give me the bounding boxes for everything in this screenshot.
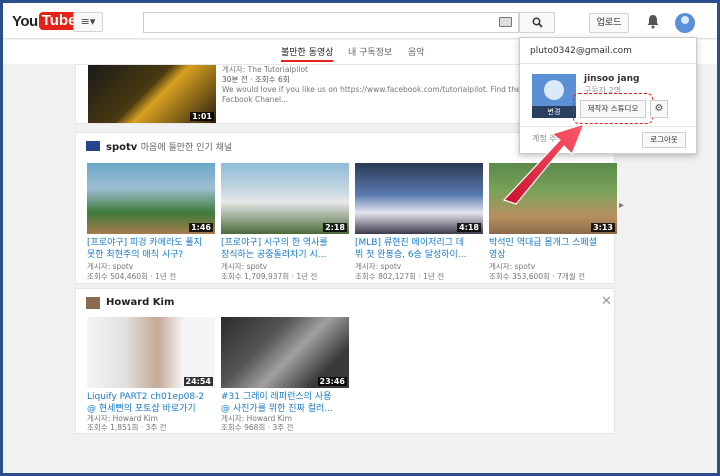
search-icon xyxy=(532,17,543,28)
shelf-channel-name[interactable]: Howard Kim xyxy=(106,297,174,308)
video-views: 조회수 802,127회 · 1년 전 xyxy=(355,272,445,281)
video-views: 조회수 353,600회 · 7개월 전 xyxy=(489,272,586,281)
shelf-subtitle: 마음에 들만한 인기 채널 xyxy=(140,143,233,153)
keyboard-icon[interactable] xyxy=(499,17,512,27)
account-avatar-button[interactable] xyxy=(675,13,695,33)
video-channel: 게시자: spotv xyxy=(221,262,268,271)
divider xyxy=(520,63,696,64)
search-button[interactable] xyxy=(519,12,555,33)
change-avatar-button[interactable]: 변경 xyxy=(532,106,576,118)
video-title[interactable]: [프로야구] 시구의 한 역사를 장식하는 공중돌려차기 시... xyxy=(221,237,328,261)
tab-recommended[interactable]: 볼만한 동영상 xyxy=(281,45,334,58)
video-title[interactable]: [MLB] 류현진 메이저리그 데뷔 첫 완봉승, 6승 달성하이... xyxy=(355,237,466,261)
video-views: 조회수 504,460회 · 1년 전 xyxy=(87,272,177,281)
video-thumbnail[interactable]: 1:01 xyxy=(88,65,216,123)
video-thumbnail[interactable]: 4:18 xyxy=(355,163,483,234)
video-thumbnail[interactable]: 1:46 xyxy=(87,163,215,234)
tab-subscriptions[interactable]: 내 구독정보 xyxy=(348,45,392,58)
tab-music[interactable]: 음악 xyxy=(408,45,425,58)
video-channel: 게시자: The Tutorialpilot xyxy=(222,65,308,74)
shelf-title: spotv 마음에 들만한 인기 채널 xyxy=(106,140,232,153)
video-thumbnail[interactable]: 24:54 xyxy=(87,317,215,388)
close-icon[interactable]: ✕ xyxy=(601,294,612,309)
video-channel: 게시자: spotv xyxy=(355,262,402,271)
menu-icon: ≡▾ xyxy=(80,15,96,28)
video-title[interactable]: [프로야구] 피겅 카메라도 풀지 못한 최현주의 매직 시구? xyxy=(87,237,202,261)
video-thumbnail[interactable]: 23:46 xyxy=(221,317,349,388)
spotv-channel-icon[interactable] xyxy=(86,141,100,151)
logout-button[interactable]: 로그아웃 xyxy=(642,132,686,148)
video-description: We would love if you like us on https://… xyxy=(222,85,551,94)
video-stats: 30분 전 · 조회수 6회 xyxy=(222,75,290,84)
shelf-next-icon[interactable]: ▸ xyxy=(619,200,624,211)
video-title[interactable]: Liquify PART2 ch01ep08-2 @ 현세뻔의 포토샵 바로가기 xyxy=(87,391,204,415)
gear-icon[interactable]: ⚙ xyxy=(650,100,668,118)
upload-button[interactable]: 업로드 xyxy=(589,13,629,33)
annotation-arrow-icon xyxy=(502,123,586,205)
video-thumbnail[interactable]: 2:18 xyxy=(221,163,349,234)
video-channel: 게시자: spotv xyxy=(87,262,134,271)
active-tab-indicator xyxy=(281,60,333,62)
video-channel: 게시자: spotv xyxy=(489,262,536,271)
account-avatar[interactable]: 변경 xyxy=(532,74,576,118)
video-views: 조회수 1,709,937회 · 1년 전 xyxy=(221,272,318,281)
account-name: jinsoo jang xyxy=(584,74,640,84)
masthead: You Tube KR ≡▾ 업로드 xyxy=(3,3,717,39)
search-input[interactable] xyxy=(143,12,519,33)
shelf-channel-name[interactable]: spotv xyxy=(106,142,137,153)
account-email: pluto0342@gmail.com xyxy=(530,46,632,56)
video-views: 조회수 1,851회 · 3주 전 xyxy=(87,423,167,432)
video-description-cont: Facbook Chanel... xyxy=(222,95,289,104)
video-title[interactable]: 박석민 역대급 몸개그 스페셜 영상 xyxy=(489,237,597,261)
channel-avatar[interactable] xyxy=(86,297,100,309)
bell-icon[interactable] xyxy=(646,14,660,33)
howard-kim-shelf: Howard Kim 24:54 Liquify PART2 ch01ep08-… xyxy=(75,288,615,434)
guide-menu-button[interactable]: ≡▾ xyxy=(73,12,103,32)
video-views: 조회수 968회 · 3주 전 xyxy=(221,423,294,432)
video-title[interactable]: #31 그레이 레퍼런스의 사용 @ 사진가를 위한 진짜 컬러... xyxy=(221,391,333,415)
creator-studio-button[interactable]: 제작자 스튜디오 xyxy=(580,100,646,118)
